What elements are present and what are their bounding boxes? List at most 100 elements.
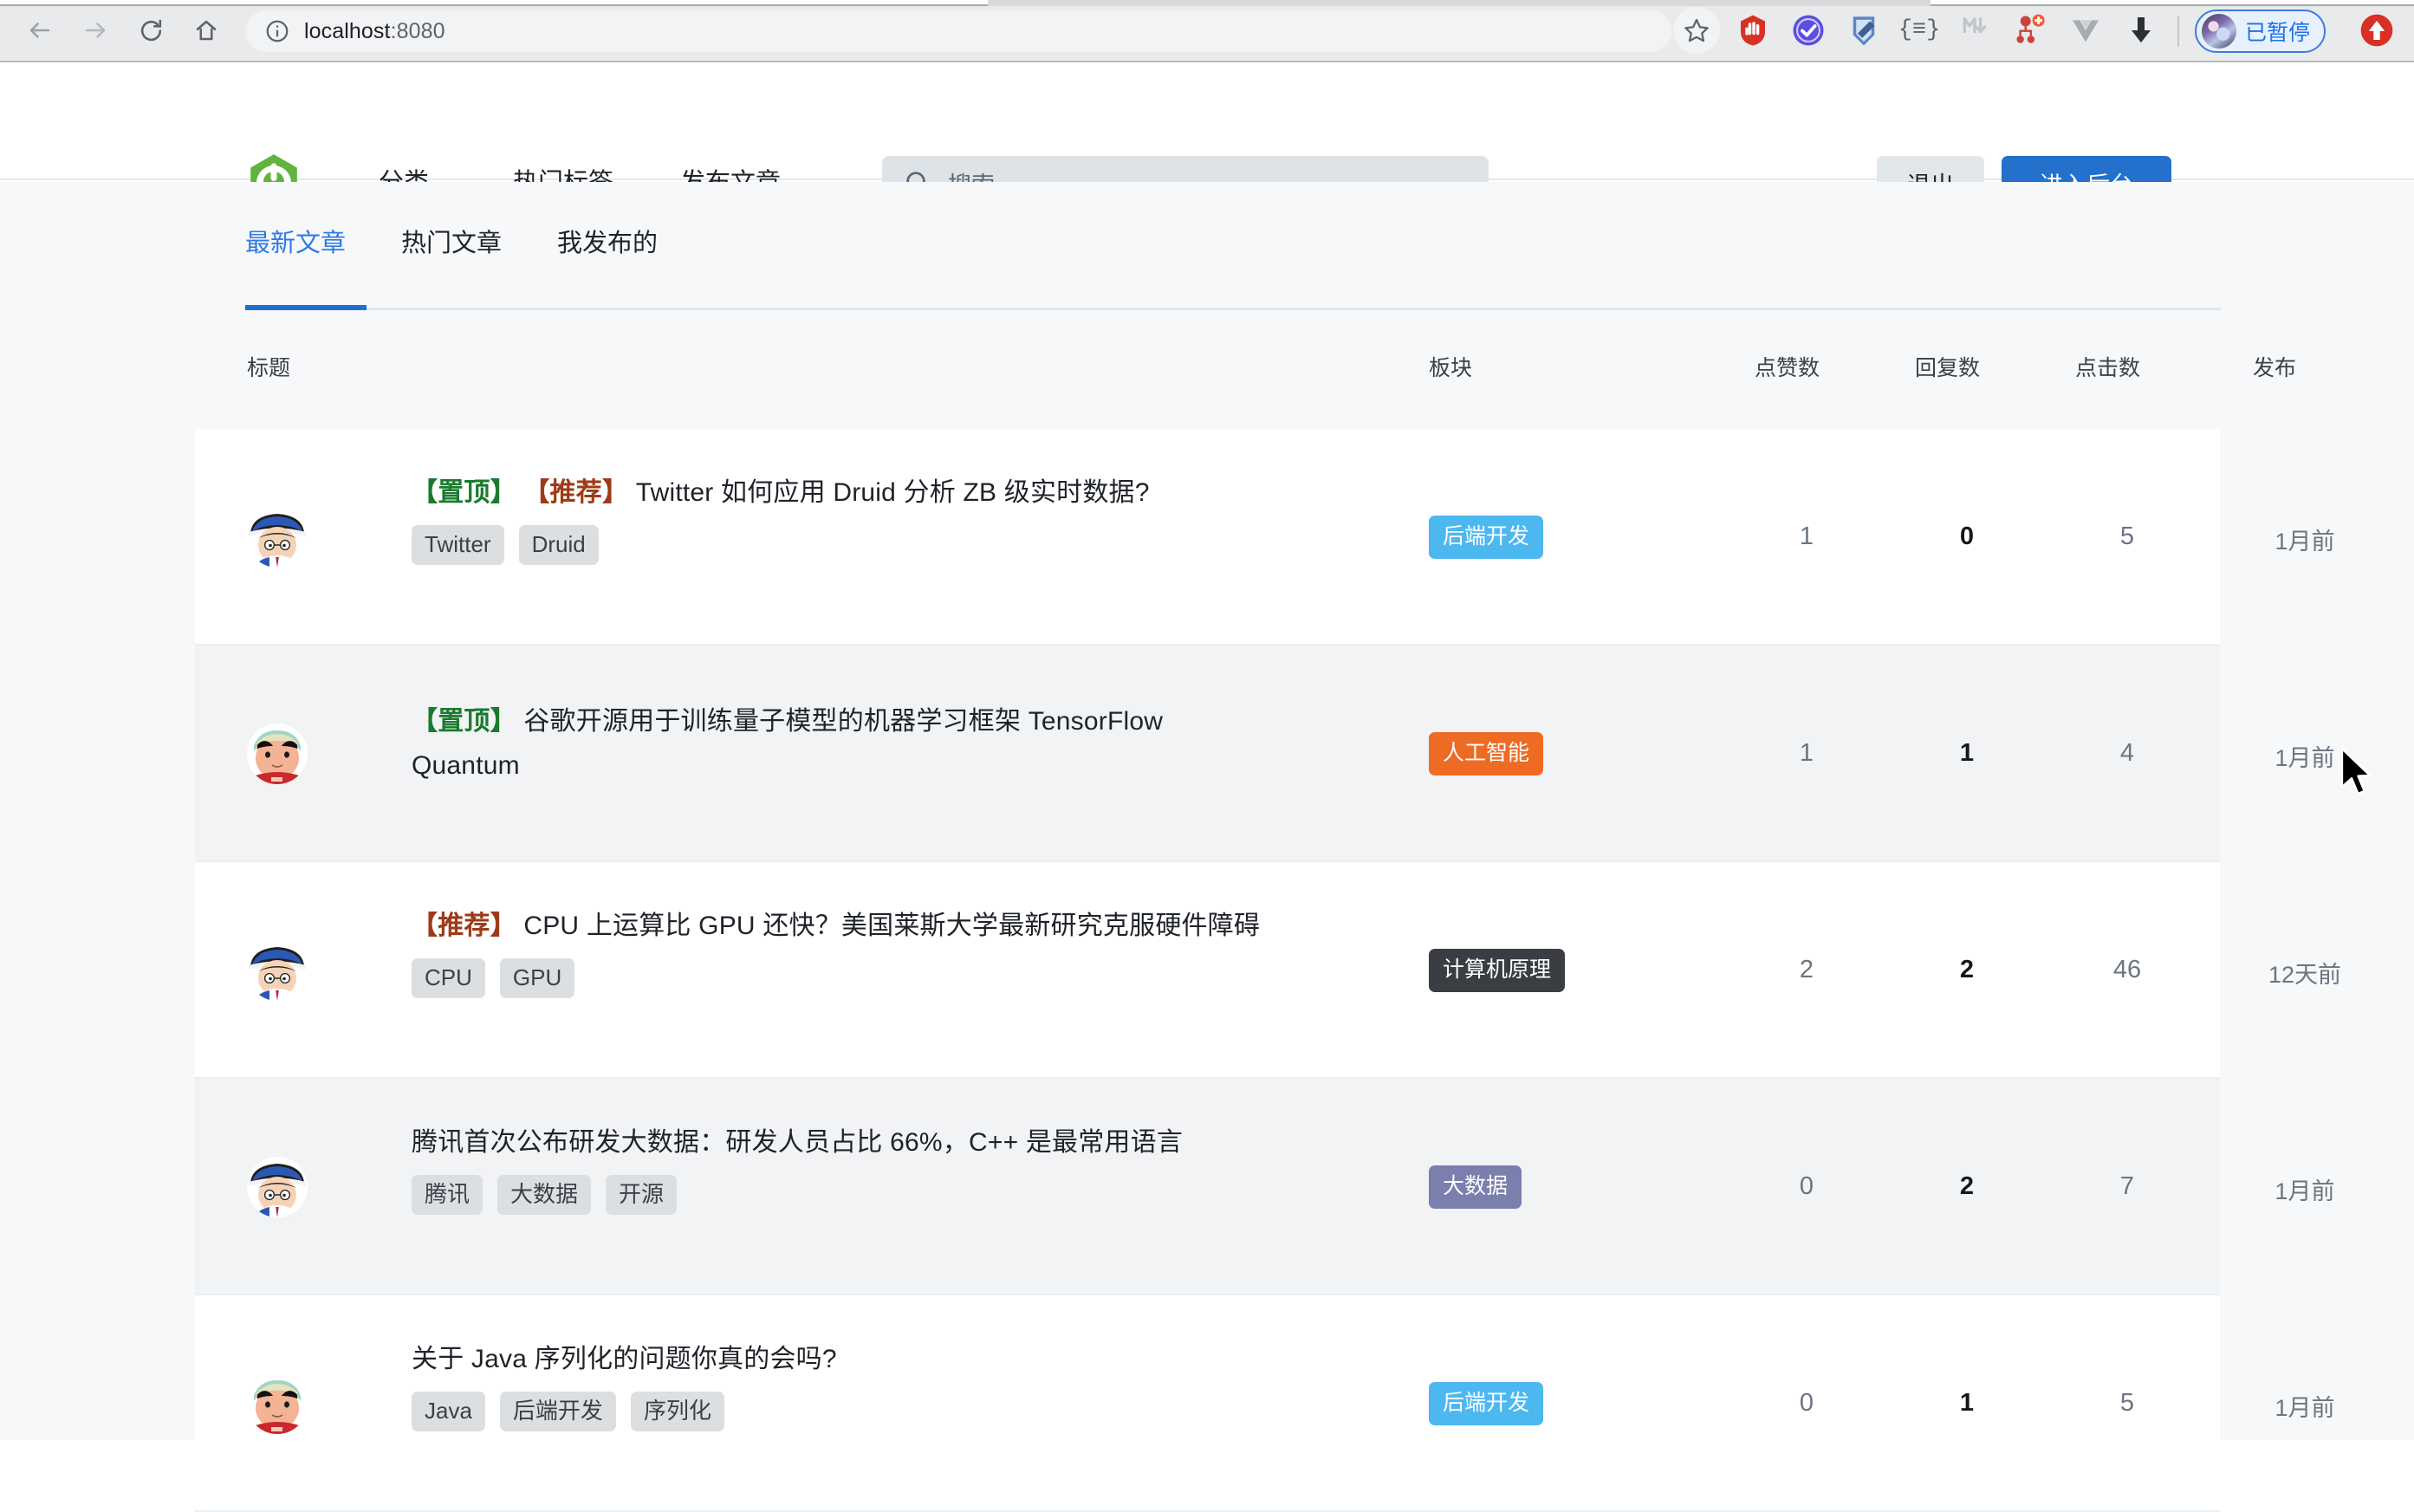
adblock-extension-icon[interactable] [1731, 9, 1775, 52]
reload-icon[interactable] [128, 8, 173, 53]
section-badge[interactable]: 后端开发 [1429, 1382, 1543, 1425]
address-bar[interactable]: localhost:8080 [245, 10, 1671, 52]
stat-views: 7 [2075, 1172, 2179, 1201]
stat-likes: 1 [1755, 522, 1859, 551]
markdown-extension-icon[interactable] [1953, 9, 1996, 52]
vue-devtools-extension-icon[interactable] [2064, 9, 2107, 52]
tab-hot[interactable]: 热门文章 [401, 223, 502, 259]
article-tag-list: Twitter Druid [412, 525, 1278, 565]
article-list: 【置顶】 【推荐】 Twitter 如何应用 Druid 分析 ZB 级实时数据… [195, 429, 2220, 1512]
article-title-text: 关于 Java 序列化的问题你真的会吗? [412, 1345, 837, 1373]
col-title: 标题 [247, 351, 290, 382]
article-tag[interactable]: Java [412, 1392, 485, 1431]
avatar [2202, 14, 2236, 49]
stat-views: 5 [2075, 522, 2179, 551]
toolbar-divider [2177, 16, 2179, 47]
mouse-pointer [2337, 747, 2377, 801]
download-manager-extension-icon[interactable] [2119, 9, 2163, 52]
article-title-text: 谷歌开源用于训练量子模型的机器学习框架 TensorFlow Quantum [412, 707, 1163, 780]
stat-replies: 0 [1915, 522, 2019, 551]
browser-tab-active[interactable] [0, 0, 988, 6]
col-section: 板块 [1429, 351, 1472, 382]
tabs-divider [245, 308, 2221, 310]
info-circle-icon[interactable] [264, 18, 290, 44]
pinned-label: 【置顶】 [412, 478, 516, 507]
section-badge[interactable]: 大数据 [1429, 1165, 1522, 1209]
stat-date: 1月前 [2253, 522, 2357, 556]
sitemap-extension-icon[interactable] [2008, 9, 2052, 52]
article-title-cell: 【置顶】 【推荐】 Twitter 如何应用 Druid 分析 ZB 级实时数据… [412, 470, 1278, 565]
json-formatter-extension-icon[interactable]: {≡} [1898, 9, 1941, 52]
article-tag[interactable]: GPU [500, 958, 574, 998]
profile-pause-button[interactable]: 已暂停 [2195, 10, 2326, 53]
stat-likes: 2 [1755, 956, 1859, 984]
table-row[interactable]: 【置顶】 谷歌开源用于训练量子模型的机器学习框架 TensorFlow Quan… [195, 646, 2220, 862]
table-row[interactable]: 【置顶】 【推荐】 Twitter 如何应用 Druid 分析 ZB 级实时数据… [195, 429, 2220, 646]
pinned-label: 【置顶】 [412, 707, 516, 736]
article-title-text: Twitter 如何应用 Druid 分析 ZB 级实时数据? [636, 478, 1150, 507]
article-title-link[interactable]: 【推荐】 CPU 上运算比 GPU 还快？美国莱斯大学最新研究克服硬件障碍 [412, 904, 1278, 948]
tab-active-indicator [245, 305, 367, 310]
url-text: localhost:8080 [304, 19, 445, 44]
col-replies: 回复数 [1915, 351, 1980, 382]
eyedropper-extension-icon[interactable] [1842, 9, 1885, 52]
stat-date: 1月前 [2253, 1389, 2357, 1423]
table-row[interactable]: 【推荐】 CPU 上运算比 GPU 还快？美国莱斯大学最新研究克服硬件障碍CPU… [195, 862, 2220, 1079]
article-title-link[interactable]: 【置顶】 【推荐】 Twitter 如何应用 Druid 分析 ZB 级实时数据… [412, 470, 1278, 515]
stat-likes: 1 [1755, 739, 1859, 768]
update-arrow-icon[interactable] [2355, 9, 2398, 52]
article-tag[interactable]: Druid [519, 525, 599, 565]
tab-mine[interactable]: 我发布的 [557, 223, 658, 259]
forward-arrow-icon[interactable] [73, 8, 118, 53]
article-title-cell: 腾讯首次公布研发大数据：研发人员占比 66%，C++ 是最常用语言腾讯大数据开源 [412, 1120, 1278, 1215]
article-tag[interactable]: CPU [412, 958, 485, 998]
conan-avatar[interactable] [247, 940, 308, 1001]
article-title-cell: 关于 Java 序列化的问题你真的会吗? Java 后端开发序列化 [412, 1337, 1278, 1431]
stat-replies: 2 [1915, 956, 2019, 984]
shinchan-avatar[interactable] [247, 724, 308, 784]
back-arrow-icon[interactable] [17, 8, 62, 53]
article-tag[interactable]: 序列化 [631, 1392, 724, 1431]
section-badge[interactable]: 计算机原理 [1429, 949, 1565, 992]
article-tag[interactable]: 开源 [606, 1175, 677, 1215]
tab-latest[interactable]: 最新文章 [245, 223, 346, 259]
stat-likes: 0 [1755, 1172, 1859, 1201]
conan-avatar[interactable] [247, 1157, 308, 1217]
page-content: 最新文章 热门文章 我发布的 标题 板块 点赞数 回复数 点击数 发布 【置顶】… [0, 182, 2414, 1440]
home-icon[interactable] [184, 8, 229, 53]
article-title-text: CPU 上运算比 GPU 还快？美国莱斯大学最新研究克服硬件障碍 [523, 912, 1260, 940]
article-tag-list: CPU GPU [412, 958, 1278, 998]
article-tag[interactable]: 大数据 [497, 1175, 591, 1215]
article-tag[interactable]: 腾讯 [412, 1175, 483, 1215]
article-title-link[interactable]: 腾讯首次公布研发大数据：研发人员占比 66%，C++ 是最常用语言 [412, 1120, 1278, 1165]
stat-views: 5 [2075, 1389, 2179, 1418]
bookmark-star-icon[interactable] [1673, 7, 1720, 54]
stat-date: 1月前 [2253, 1172, 2357, 1206]
stat-date: 12天前 [2253, 956, 2357, 990]
stat-views: 46 [2075, 956, 2179, 984]
article-tag-list: Java 后端开发序列化 [412, 1392, 1278, 1431]
article-tabs: 最新文章 热门文章 我发布的 [245, 223, 658, 259]
article-tag[interactable]: Twitter [412, 525, 504, 565]
checkmark-shield-extension-icon[interactable] [1787, 9, 1830, 52]
table-header-row: 标题 板块 点赞数 回复数 点击数 发布 [195, 351, 2220, 429]
article-title-cell: 【置顶】 谷歌开源用于训练量子模型的机器学习框架 TensorFlow Quan… [412, 699, 1278, 788]
section-badge[interactable]: 后端开发 [1429, 516, 1543, 559]
table-row[interactable]: 关于 Java 序列化的问题你真的会吗?Java后端开发序列化后端开发0151月… [195, 1295, 2220, 1512]
table-row[interactable]: 腾讯首次公布研发大数据：研发人员占比 66%，C++ 是最常用语言腾讯大数据开源… [195, 1079, 2220, 1295]
section-badge[interactable]: 人工智能 [1429, 732, 1543, 775]
tab-strip [0, 0, 2414, 6]
article-tag[interactable]: 后端开发 [500, 1392, 616, 1431]
article-title-link[interactable]: 关于 Java 序列化的问题你真的会吗? [412, 1337, 1278, 1381]
article-title-link[interactable]: 【置顶】 谷歌开源用于训练量子模型的机器学习框架 TensorFlow Quan… [412, 699, 1278, 788]
browser-tab-other[interactable] [1931, 0, 2414, 6]
stat-replies: 1 [1915, 739, 2019, 768]
article-title-text: 腾讯首次公布研发大数据：研发人员占比 66%，C++ 是最常用语言 [412, 1128, 1183, 1157]
stat-replies: 2 [1915, 1172, 2019, 1201]
col-date: 发布 [2253, 351, 2296, 382]
stat-likes: 0 [1755, 1389, 1859, 1418]
article-tag-list: 腾讯大数据开源 [412, 1175, 1278, 1215]
shinchan-avatar[interactable] [247, 1373, 308, 1434]
conan-avatar[interactable] [247, 507, 308, 568]
recommended-label: 【推荐】 [412, 912, 516, 940]
